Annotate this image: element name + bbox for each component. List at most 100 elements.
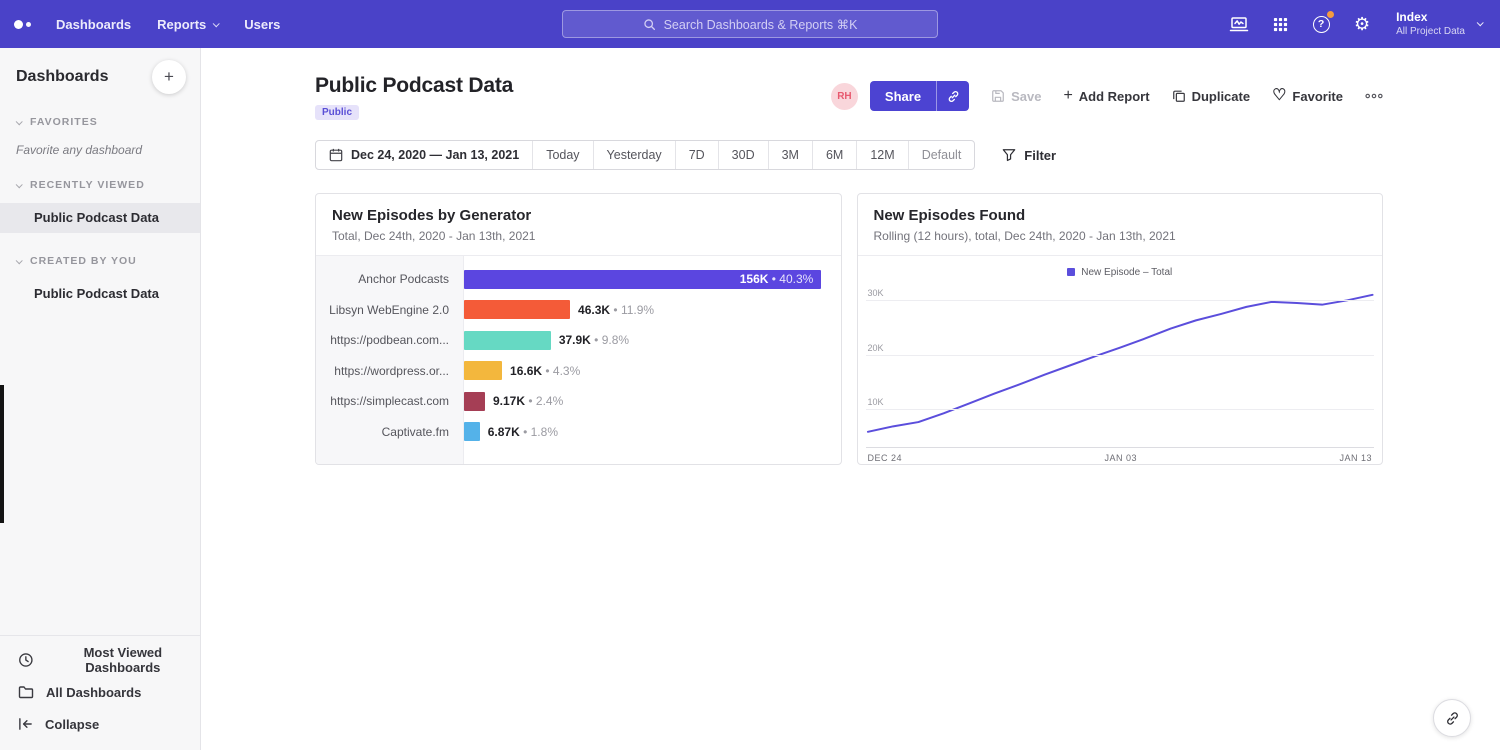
section-created-by-you[interactable]: CREATED BY YOU xyxy=(0,255,200,267)
section-recently-viewed[interactable]: RECENTLY VIEWED xyxy=(0,179,200,191)
filter-icon xyxy=(1002,148,1016,162)
preset-6m[interactable]: 6M xyxy=(812,141,856,169)
bar-category-label: https://simplecast.com xyxy=(316,386,463,417)
question-mark: ? xyxy=(1313,16,1330,33)
bar[interactable] xyxy=(464,300,570,319)
bar[interactable] xyxy=(464,422,480,441)
section-label: RECENTLY VIEWED xyxy=(30,179,145,191)
add-report-label: Add Report xyxy=(1079,89,1150,104)
chevron-down-icon xyxy=(16,181,23,188)
date-range-text: Dec 24, 2020 — Jan 13, 2021 xyxy=(351,148,519,162)
bar[interactable] xyxy=(464,392,485,411)
favorite-button[interactable]: ♡ Favorite xyxy=(1272,88,1343,104)
preset-30d[interactable]: 30D xyxy=(718,141,768,169)
logo-dot-small xyxy=(26,22,31,27)
preset-yesterday[interactable]: Yesterday xyxy=(593,141,675,169)
nav-item-dashboards[interactable]: Dashboards xyxy=(43,0,144,48)
bar-category-label: https://wordpress.or... xyxy=(316,356,463,387)
save-button[interactable]: Save xyxy=(991,89,1041,104)
line-plot: 10K20K30K xyxy=(866,284,1375,448)
sidebar-item-public-podcast-data[interactable]: Public Podcast Data xyxy=(0,203,200,233)
save-icon xyxy=(991,89,1005,103)
bar-value-label: 9.17K • 2.4% xyxy=(493,394,563,408)
apps-grid-icon[interactable] xyxy=(1269,13,1291,35)
bar-value-label: 46.3K • 11.9% xyxy=(578,303,654,317)
nav-item-label: Users xyxy=(244,17,280,32)
gear-icon[interactable]: ⚙ xyxy=(1351,13,1373,35)
chart-title[interactable]: New Episodes Found xyxy=(874,207,1367,224)
bar-row: 156K • 40.3% xyxy=(464,264,831,295)
project-selector[interactable]: Index All Project Data xyxy=(1396,10,1482,37)
add-report-button[interactable]: + Add Report xyxy=(1063,89,1149,104)
most-viewed-icon xyxy=(18,652,34,668)
plus-icon: + xyxy=(1063,88,1072,104)
filter-button[interactable]: Filter xyxy=(1002,148,1056,163)
collapse-sidebar-button[interactable]: Collapse xyxy=(0,708,200,740)
line-series-path[interactable] xyxy=(867,295,1372,432)
search-input[interactable]: Search Dashboards & Reports ⌘K xyxy=(562,10,938,38)
line-chart-card: New Episodes Found Rolling (12 hours), t… xyxy=(857,193,1384,465)
bar-value-label: 16.6K • 4.3% xyxy=(510,364,580,378)
report-cards: New Episodes by Generator Total, Dec 24t… xyxy=(315,193,1383,465)
add-dashboard-button[interactable]: + xyxy=(152,60,186,94)
chart-subtitle: Total, Dec 24th, 2020 - Jan 13th, 2021 xyxy=(332,229,825,243)
section-label: FAVORITES xyxy=(30,116,98,128)
heart-icon: ♡ xyxy=(1272,88,1286,104)
app-logo-icon[interactable] xyxy=(14,20,31,29)
legend-label: New Episode – Total xyxy=(1081,267,1172,278)
preset-3m[interactable]: 3M xyxy=(768,141,812,169)
avatar[interactable]: RH xyxy=(831,83,858,110)
calendar-icon xyxy=(329,148,343,162)
bar-chart-body: Anchor PodcastsLibsyn WebEngine 2.0https… xyxy=(316,256,841,464)
bar-plot-column: 156K • 40.3%46.3K • 11.9%37.9K • 9.8%16.… xyxy=(464,256,841,464)
monitor-pulse-icon[interactable] xyxy=(1228,13,1250,35)
chevron-down-icon xyxy=(16,118,23,125)
preset-12m[interactable]: 12M xyxy=(856,141,907,169)
gridline xyxy=(866,355,1375,356)
bar[interactable]: 156K • 40.3% xyxy=(464,270,821,289)
bar-category-column: Anchor PodcastsLibsyn WebEngine 2.0https… xyxy=(316,256,464,464)
bar[interactable] xyxy=(464,361,502,380)
section-favorites[interactable]: FAVORITES xyxy=(0,116,200,128)
save-label: Save xyxy=(1011,89,1041,104)
chart-legend: New Episode – Total xyxy=(866,262,1375,282)
x-axis-tick: JAN 03 xyxy=(1104,453,1137,463)
date-range-button[interactable]: Dec 24, 2020 — Jan 13, 2021 xyxy=(316,141,532,169)
y-axis-tick: 10K xyxy=(868,397,884,407)
nav-item-users[interactable]: Users xyxy=(231,0,293,48)
more-options-button[interactable] xyxy=(1365,93,1383,99)
y-axis-tick: 20K xyxy=(868,343,884,353)
most-viewed-dashboards-button[interactable]: Most Viewed Dashboards xyxy=(0,644,200,676)
share-button[interactable]: Share xyxy=(870,81,936,111)
favorite-label: Favorite xyxy=(1292,89,1343,104)
sidebar: Dashboards + FAVORITES Favorite any dash… xyxy=(0,48,201,750)
footer-item-label: All Dashboards xyxy=(46,685,141,700)
floating-copy-link-button[interactable] xyxy=(1433,699,1471,737)
help-icon[interactable]: ? xyxy=(1310,13,1332,35)
copy-link-button[interactable] xyxy=(936,81,969,111)
chart-title[interactable]: New Episodes by Generator xyxy=(332,207,825,224)
main-content: Public Podcast Data Public RH Share Save… xyxy=(201,48,1500,750)
notification-badge xyxy=(1327,11,1334,18)
page-title: Public Podcast Data xyxy=(315,74,513,98)
sidebar-item-public-podcast-data[interactable]: Public Podcast Data xyxy=(0,279,200,309)
preset-7d[interactable]: 7D xyxy=(675,141,718,169)
more-dots-icon xyxy=(1365,93,1383,99)
line-chart-body: New Episode – Total 10K20K30K DEC 24 JAN… xyxy=(858,256,1383,464)
search-icon xyxy=(643,18,656,31)
bar-category-label: https://podbean.com... xyxy=(316,325,463,356)
sidebar-footer: Most Viewed Dashboards All Dashboards Co… xyxy=(0,635,200,750)
preset-default[interactable]: Default xyxy=(908,141,975,169)
bar[interactable] xyxy=(464,331,551,350)
duplicate-button[interactable]: Duplicate xyxy=(1172,89,1251,104)
nav-item-reports[interactable]: Reports xyxy=(144,0,231,48)
card-header: New Episodes by Generator Total, Dec 24t… xyxy=(316,194,841,256)
chart-subtitle: Rolling (12 hours), total, Dec 24th, 202… xyxy=(874,229,1367,243)
all-dashboards-button[interactable]: All Dashboards xyxy=(0,676,200,708)
chevron-down-icon xyxy=(16,257,23,264)
preset-today[interactable]: Today xyxy=(532,141,592,169)
collapse-icon xyxy=(18,717,33,731)
x-axis-tick: JAN 13 xyxy=(1339,453,1372,463)
nav-right: ? ⚙ Index All Project Data xyxy=(1228,0,1500,48)
bar-value-label: 6.87K • 1.8% xyxy=(488,425,558,439)
